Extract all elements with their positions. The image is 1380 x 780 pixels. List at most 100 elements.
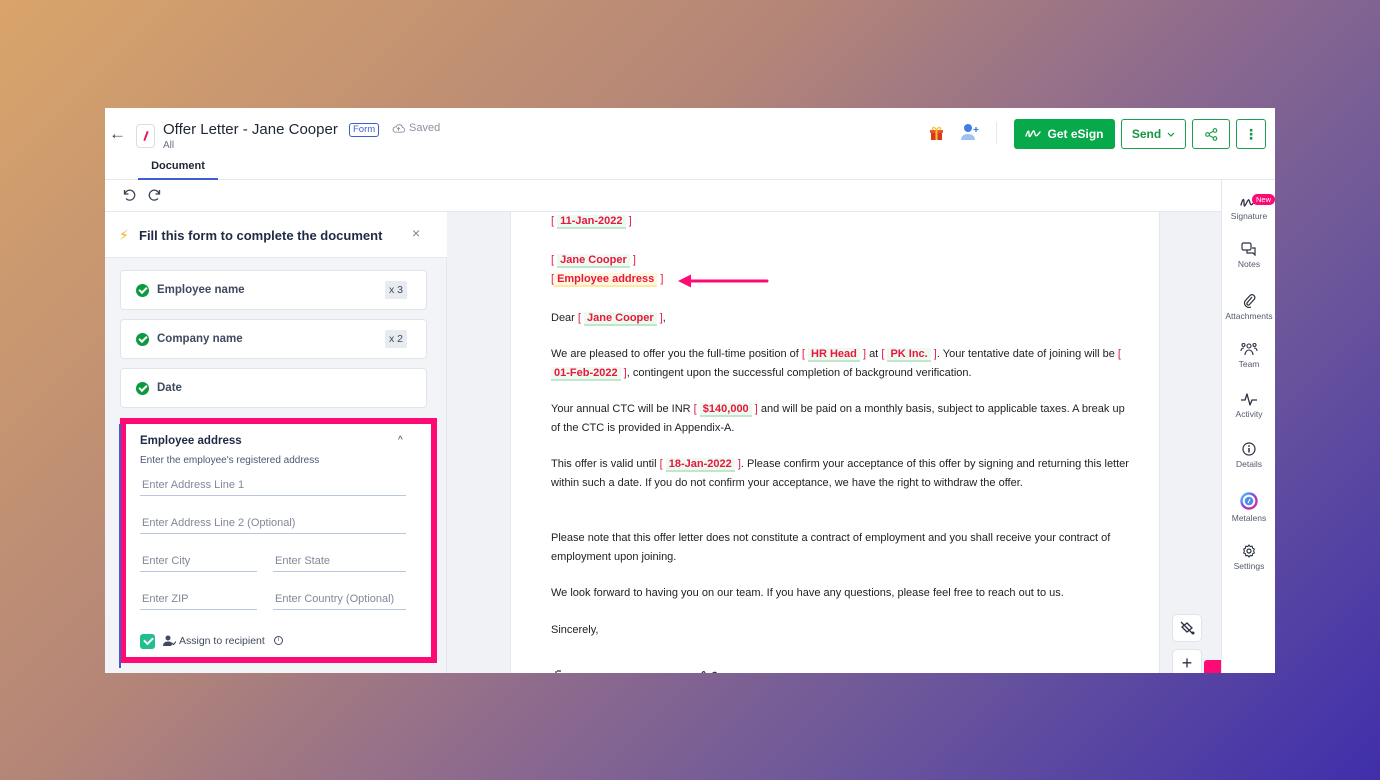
field-label: Employee name (157, 284, 245, 296)
field-count-badge: x 3 (384, 281, 407, 299)
field-count-badge: x 2 (384, 330, 407, 348)
paragraph-text: This offer is valid until (551, 458, 657, 470)
paint-bucket-icon (1180, 621, 1195, 635)
lightning-icon: ⚡ (119, 227, 129, 243)
info-icon[interactable]: i (274, 636, 283, 645)
sidebar-item-settings[interactable]: Settings (1222, 544, 1275, 571)
letter-paragraph-5: We look forward to having you on our tea… (551, 587, 1064, 599)
add-user-icon[interactable] (960, 123, 980, 141)
sidebar-item-details[interactable]: Details (1222, 442, 1275, 469)
gift-icon[interactable] (929, 125, 944, 140)
notes-icon (1241, 242, 1256, 256)
var-employee-name[interactable]: Jane Cooper (557, 254, 630, 268)
signature-scribble (555, 670, 717, 673)
sidebar-label: Metalens (1231, 513, 1267, 523)
letter-paragraph-2: Your annual CTC will be INR [ $140,000 ]… (551, 403, 1125, 434)
share-button[interactable] (1192, 119, 1230, 149)
var-ctc[interactable]: $140,000 (699, 403, 752, 417)
app-window: ← Offer Letter - Jane Cooper Form Saved … (105, 108, 1275, 673)
check-circle-icon (136, 284, 149, 297)
field-employee-name[interactable]: Employee name x 3 (120, 270, 427, 310)
var-joining-date[interactable]: 01-Feb-2022 (551, 366, 621, 381)
field-label: Company name (157, 333, 243, 345)
letter-paragraph-4: Please note that this offer letter does … (551, 532, 1111, 563)
state-input[interactable] (273, 550, 406, 572)
sidebar-item-notes[interactable]: Notes (1222, 242, 1275, 269)
header-divider (996, 122, 997, 144)
back-button[interactable]: ← (109, 124, 126, 144)
letter-date: [ 11-Jan-2022 ] (551, 215, 632, 229)
var-company[interactable]: PK Inc. (887, 348, 931, 362)
sidebar-label: Details (1236, 459, 1262, 469)
signature-icon (1025, 130, 1042, 138)
address-description: Enter the employee's registered address (140, 455, 320, 466)
sidebar-label: Team (1238, 359, 1260, 369)
pointer-arrow-icon (678, 274, 769, 288)
paragraph-text: . Your tentative date of joining will be (936, 348, 1115, 360)
var-position[interactable]: HR Head (808, 348, 860, 362)
get-esign-button[interactable]: Get eSign (1014, 119, 1115, 149)
check-circle-icon (136, 382, 149, 395)
document-page: [ 11-Jan-2022 ] [ Jane Cooper ] [Employe… (510, 212, 1160, 673)
form-panel: ⚡ Fill this form to complete the documen… (105, 212, 447, 673)
share-icon (1204, 127, 1217, 141)
right-sidebar: New Signature Notes Attachments Team Act… (1221, 180, 1275, 673)
undo-icon[interactable] (122, 188, 136, 202)
sidebar-item-metalens[interactable]: Metalens (1222, 492, 1275, 523)
var-date[interactable]: 11-Jan-2022 (557, 215, 626, 229)
form-panel-title: Fill this form to complete the document (139, 228, 383, 243)
assign-recipient-checkbox[interactable] (140, 634, 155, 649)
tab-document[interactable]: Document (138, 160, 218, 180)
cloud-icon (392, 124, 405, 133)
var-valid-until[interactable]: 18-Jan-2022 (665, 458, 735, 472)
paragraph-text: , contingent upon the successful complet… (626, 366, 972, 379)
sidebar-item-signature[interactable]: New Signature (1222, 192, 1275, 221)
letter-salutation: Dear [ Jane Cooper ], (551, 312, 666, 326)
chevron-down-icon (1167, 132, 1175, 137)
close-icon[interactable]: × (412, 225, 420, 241)
more-options-button[interactable]: ⋮ (1236, 119, 1266, 149)
letter-recipient-address: [Employee address ] (551, 273, 664, 287)
sidebar-label: Signature (1230, 211, 1268, 221)
document-icon (136, 124, 155, 148)
team-icon (1240, 342, 1258, 356)
sidebar-item-attachments[interactable]: Attachments (1222, 292, 1275, 321)
chevron-up-icon[interactable]: ^ (398, 435, 403, 446)
var-employee-name[interactable]: Jane Cooper (584, 312, 657, 326)
sidebar-label: Attachments (1225, 311, 1273, 321)
get-esign-label: Get eSign (1047, 127, 1104, 141)
letter-recipient-name: [ Jane Cooper ] (551, 254, 636, 268)
field-company-name[interactable]: Company name x 2 (120, 319, 427, 359)
sidebar-item-team[interactable]: Team (1222, 342, 1275, 369)
zip-input[interactable] (140, 588, 257, 610)
sidebar-item-activity[interactable]: Activity (1222, 392, 1275, 419)
address-title: Employee address (140, 435, 242, 447)
field-date[interactable]: Date (120, 368, 427, 408)
address-line2-input[interactable] (140, 512, 406, 534)
sidebar-label: Notes (1237, 259, 1261, 269)
active-accent (119, 424, 121, 668)
country-input[interactable] (273, 588, 406, 610)
send-button[interactable]: Send (1121, 119, 1186, 149)
send-label: Send (1131, 127, 1162, 141)
address-line1-input[interactable] (140, 474, 406, 496)
redo-icon[interactable] (148, 188, 162, 202)
activity-icon (1241, 393, 1257, 406)
var-employee-address[interactable]: Employee address (554, 273, 658, 287)
letter-paragraph-1: We are pleased to offer you the full-tim… (551, 348, 1121, 381)
sidebar-label: Activity (1235, 409, 1263, 419)
paragraph-text: at (869, 348, 879, 360)
info-icon (1242, 442, 1256, 456)
form-panel-header: ⚡ Fill this form to complete the documen… (105, 212, 447, 258)
assign-user-icon (163, 635, 176, 646)
document-canvas: [ 11-Jan-2022 ] [ Jane Cooper ] [Employe… (447, 212, 1250, 673)
employee-address-card: Employee address ^ Enter the employee's … (119, 418, 437, 668)
paragraph-text: We are pleased to offer you the full-tim… (551, 348, 799, 360)
saved-label: Saved (409, 122, 441, 134)
city-input[interactable] (140, 550, 257, 572)
metalens-icon (1240, 492, 1258, 510)
add-button[interactable]: + (1172, 649, 1202, 673)
header: ← Offer Letter - Jane Cooper Form Saved … (105, 108, 1275, 180)
document-title: Offer Letter - Jane Cooper (163, 121, 338, 138)
fill-color-button[interactable] (1172, 614, 1202, 642)
